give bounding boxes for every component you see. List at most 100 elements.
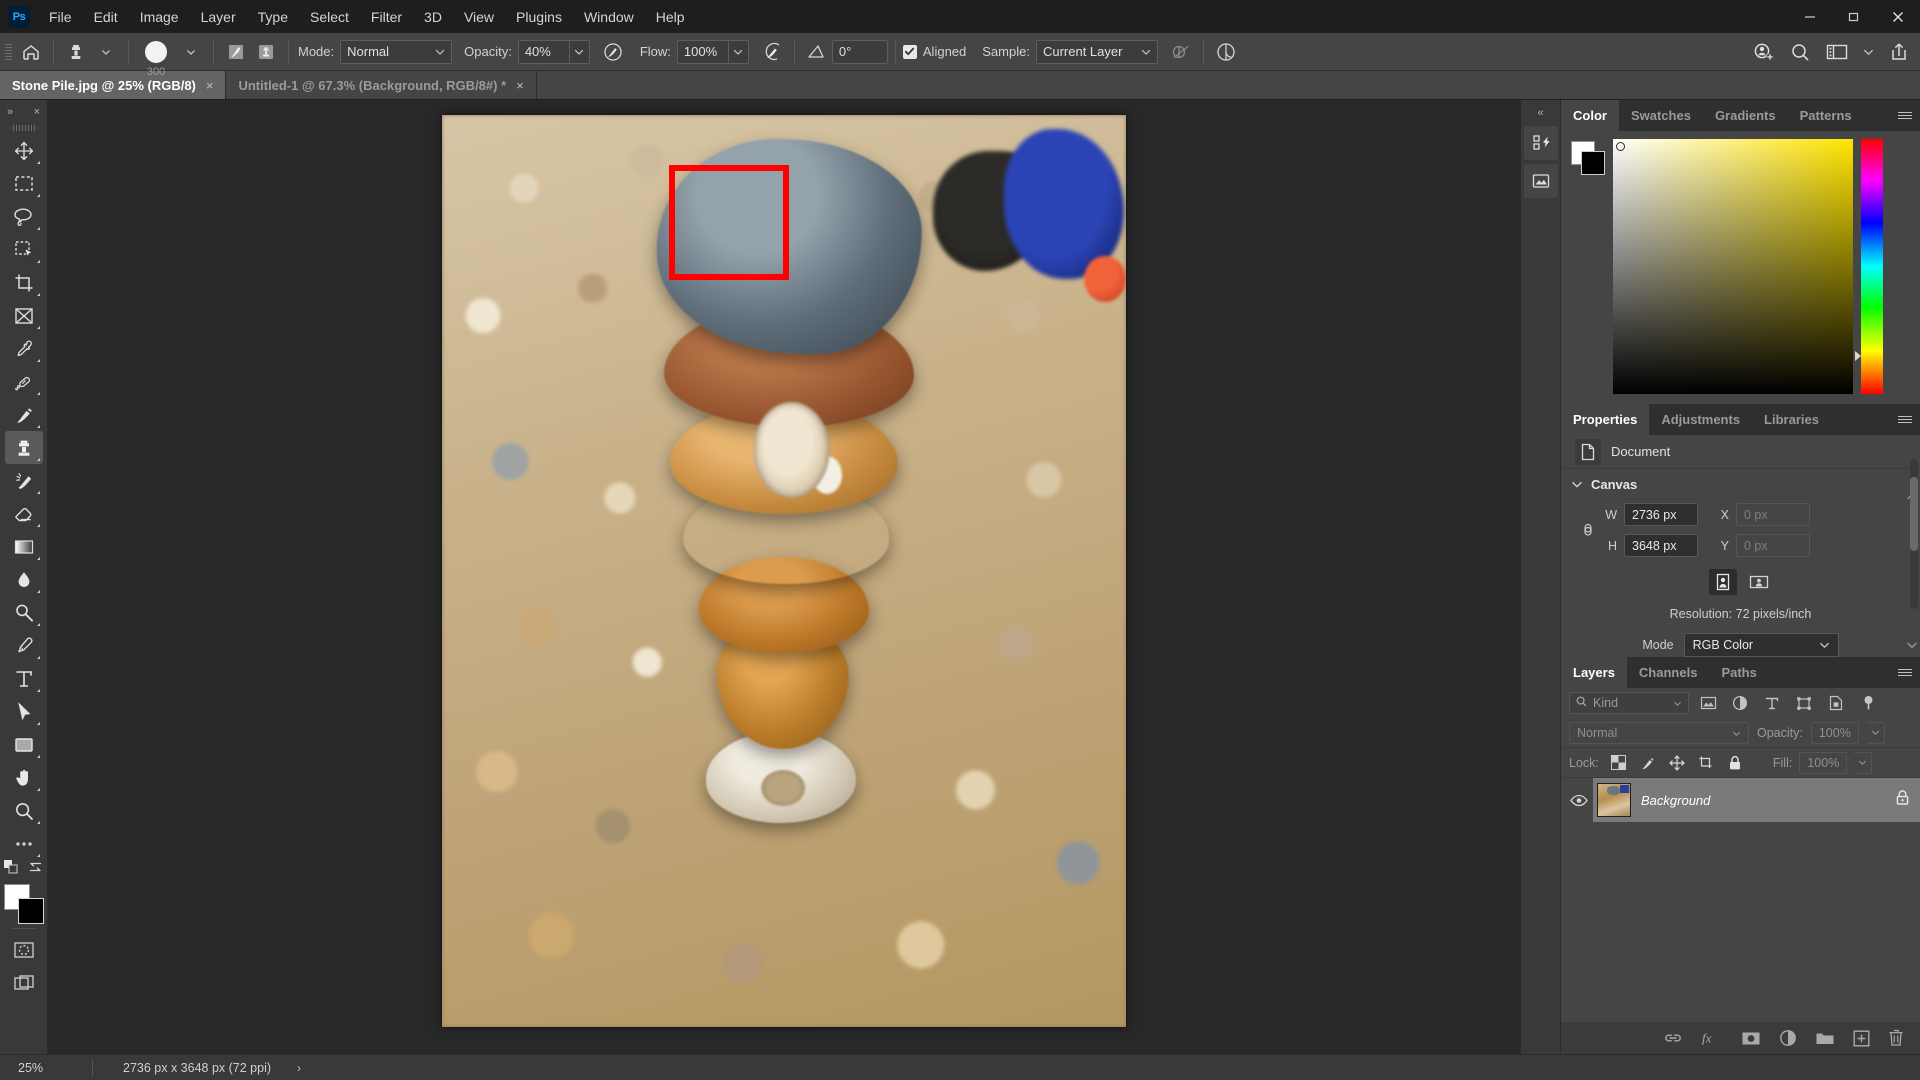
layer-mask-icon[interactable] [1741, 1031, 1761, 1046]
pen-tool[interactable] [5, 629, 43, 662]
zoom-tool[interactable] [5, 794, 43, 827]
brush-preset-chevron-icon[interactable] [176, 38, 206, 66]
lock-all-icon[interactable] [1724, 752, 1746, 774]
lock-position-icon[interactable] [1666, 752, 1688, 774]
screen-mode-icon[interactable] [5, 966, 43, 999]
collapse-panels-icon[interactable]: « [1521, 104, 1560, 122]
blend-mode-select[interactable]: Normal [340, 39, 453, 64]
chevron-down-icon[interactable] [1863, 48, 1874, 56]
hue-slider[interactable] [1855, 139, 1883, 394]
canvas-area[interactable] [48, 100, 1520, 1054]
menu-layer[interactable]: Layer [190, 3, 247, 31]
link-dimensions-icon[interactable] [1575, 519, 1601, 541]
opacity-control[interactable]: 40% [517, 39, 590, 64]
clone-source-icon[interactable] [251, 38, 281, 66]
tab-adjustments[interactable]: Adjustments [1649, 404, 1753, 435]
selection-marquee[interactable] [669, 165, 789, 280]
gradient-tool[interactable] [5, 530, 43, 563]
home-icon[interactable] [16, 38, 46, 66]
lock-icon[interactable] [1895, 789, 1910, 811]
share-user-icon[interactable] [1753, 41, 1775, 63]
edit-toolbar-tool[interactable] [5, 827, 43, 860]
hue-slider-handle[interactable] [1855, 351, 1861, 361]
opacity-stepper[interactable] [569, 39, 590, 64]
color-panel-swatches[interactable] [1571, 141, 1605, 175]
delete-layer-icon[interactable] [1888, 1029, 1904, 1047]
tab-swatches[interactable]: Swatches [1618, 100, 1703, 131]
horizontal-type-tool[interactable] [5, 662, 43, 695]
panel-menu-icon[interactable] [1898, 657, 1912, 688]
layer-thumbnail[interactable] [1597, 783, 1631, 817]
crop-tool[interactable] [5, 266, 43, 299]
sample-select[interactable]: Current Layer [1035, 39, 1158, 64]
opacity-input[interactable]: 40% [517, 39, 570, 64]
workspace-icon[interactable] [1825, 42, 1849, 62]
eraser-tool[interactable] [5, 497, 43, 530]
fill-stepper[interactable] [1854, 751, 1873, 774]
close-button[interactable] [1876, 0, 1920, 33]
document-tab-untitled-1[interactable]: Untitled-1 @ 67.3% (Background, RGB/8#) … [226, 71, 537, 99]
tab-properties[interactable]: Properties [1561, 404, 1650, 435]
link-layers-icon[interactable] [1663, 1031, 1683, 1045]
new-layer-icon[interactable] [1853, 1030, 1870, 1047]
move-tool[interactable] [5, 134, 43, 167]
tab-layers[interactable]: Layers [1561, 657, 1627, 688]
layer-name[interactable]: Background [1641, 793, 1895, 808]
airbrush-icon[interactable] [757, 38, 787, 66]
pressure-opacity-icon[interactable] [598, 38, 628, 66]
color-picker-marker[interactable] [1616, 142, 1625, 151]
new-group-icon[interactable] [1815, 1031, 1835, 1046]
close-icon[interactable]: × [34, 106, 40, 118]
options-bar-grip[interactable] [4, 39, 13, 65]
background-color-swatch[interactable] [17, 898, 44, 924]
brush-preset-picker[interactable]: 300 [136, 37, 176, 78]
collapse-panel-icon[interactable]: » [7, 106, 13, 118]
adjustments-presets-icon[interactable] [1523, 164, 1558, 198]
type-layer-filter-icon[interactable] [1759, 691, 1785, 715]
menu-filter[interactable]: Filter [360, 3, 413, 31]
filter-toggle-icon[interactable] [1855, 691, 1881, 715]
document-canvas[interactable] [442, 115, 1126, 1027]
pixel-layer-filter-icon[interactable] [1695, 691, 1721, 715]
default-colors-icon[interactable] [4, 859, 18, 879]
angle-icon[interactable] [802, 38, 832, 66]
path-selection-tool[interactable] [5, 695, 43, 728]
color-swatches[interactable] [3, 884, 44, 924]
menu-edit[interactable]: Edit [83, 3, 129, 31]
panel-menu-icon[interactable] [1898, 404, 1912, 435]
tab-color[interactable]: Color [1561, 100, 1619, 131]
layer-filter-kind-select[interactable]: Kind [1569, 692, 1689, 714]
flow-control[interactable]: 100% [676, 39, 749, 64]
menu-plugins[interactable]: Plugins [505, 3, 573, 31]
layer-opacity-stepper[interactable] [1866, 721, 1885, 744]
export-icon[interactable] [1888, 41, 1910, 63]
fill-input[interactable]: 100% [1799, 751, 1848, 774]
tab-channels[interactable]: Channels [1626, 657, 1710, 688]
history-brush-tool[interactable] [5, 464, 43, 497]
ignore-adjustment-layers-icon[interactable] [1166, 38, 1196, 66]
layer-blend-mode-select[interactable]: Normal [1569, 721, 1749, 744]
x-input[interactable]: 0 px [1736, 503, 1810, 526]
height-input[interactable]: 3648 px [1624, 534, 1698, 557]
tab-gradients[interactable]: Gradients [1702, 100, 1788, 131]
layer-row-inner[interactable]: Background [1593, 778, 1920, 822]
landscape-orientation-icon[interactable] [1745, 569, 1773, 595]
hand-tool[interactable] [5, 761, 43, 794]
menu-help[interactable]: Help [645, 3, 696, 31]
rectangle-tool[interactable] [5, 728, 43, 761]
lock-image-pixels-icon[interactable] [1637, 752, 1659, 774]
status-expand-icon[interactable]: › [297, 1061, 301, 1075]
tab-paths[interactable]: Paths [1709, 657, 1769, 688]
brush-panel-icon[interactable] [221, 38, 251, 66]
menu-image[interactable]: Image [129, 3, 190, 31]
width-input[interactable]: 2736 px [1624, 503, 1698, 526]
rectangular-marquee-tool[interactable] [5, 167, 43, 200]
layer-style-fx-icon[interactable]: fx [1701, 1030, 1723, 1046]
color-mode-select[interactable]: RGB Color [1683, 633, 1839, 657]
minimize-button[interactable] [1788, 0, 1832, 33]
scroll-down-icon[interactable] [1906, 641, 1918, 649]
properties-scrollbar[interactable] [1910, 459, 1918, 609]
eye-icon[interactable] [1565, 794, 1593, 807]
tab-patterns[interactable]: Patterns [1787, 100, 1864, 131]
lasso-tool[interactable] [5, 200, 43, 233]
